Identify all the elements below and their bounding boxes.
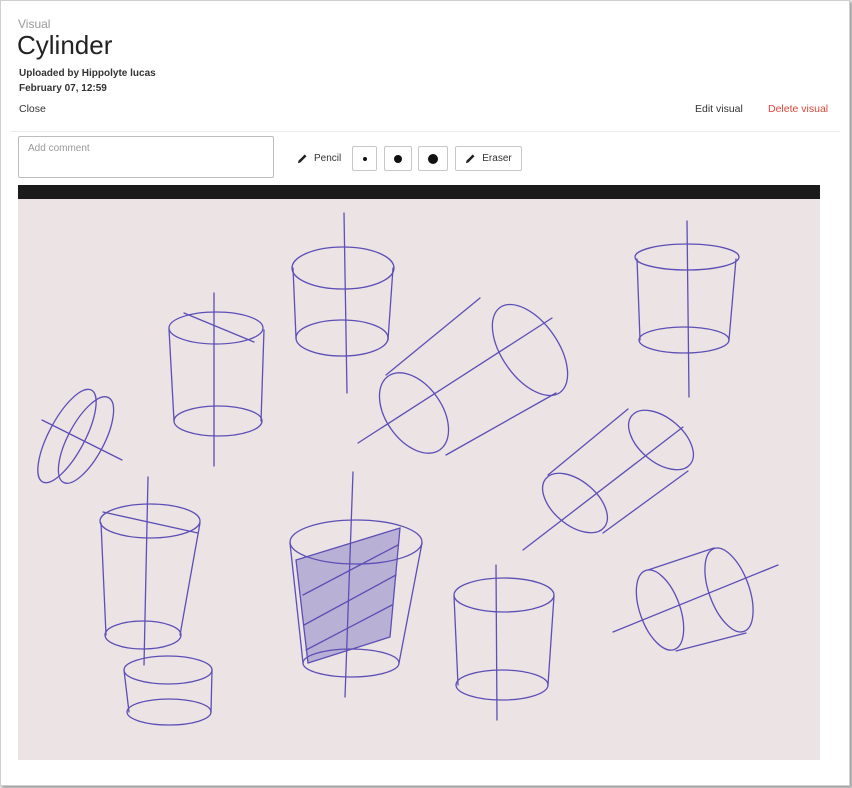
delete-visual-link[interactable]: Delete visual (768, 103, 828, 115)
medium-dot-icon (394, 154, 402, 163)
pencil-tool-button[interactable]: Pencil (291, 146, 347, 171)
small-dot-icon (362, 156, 367, 161)
edit-visual-link[interactable]: Edit visual (695, 103, 743, 115)
sketch-image (18, 185, 833, 760)
upload-date: February 07, 12:59 (19, 83, 107, 94)
eraser-tool-button[interactable]: Eraser (455, 146, 522, 171)
brush-size-medium-button[interactable] (384, 146, 412, 171)
eraser-icon (466, 154, 475, 164)
page-title: Cylinder (17, 30, 113, 60)
pencil-icon (297, 154, 307, 164)
pencil-label: Pencil (314, 153, 342, 164)
large-dot-icon (428, 153, 438, 164)
brush-size-small-button[interactable] (352, 146, 377, 171)
uploader-text: Uploaded by Hippolyte lucas (19, 68, 156, 79)
eraser-label: Eraser (482, 153, 512, 164)
sketch-canvas[interactable] (18, 185, 833, 760)
visual-panel: Visual Cylinder Uploaded by Hippolyte lu… (0, 0, 850, 786)
close-link[interactable]: Close (19, 103, 46, 115)
comment-input[interactable] (18, 136, 274, 178)
section-kicker: Visual (18, 17, 51, 31)
brush-size-large-button[interactable] (418, 146, 448, 171)
header-divider (10, 131, 840, 132)
